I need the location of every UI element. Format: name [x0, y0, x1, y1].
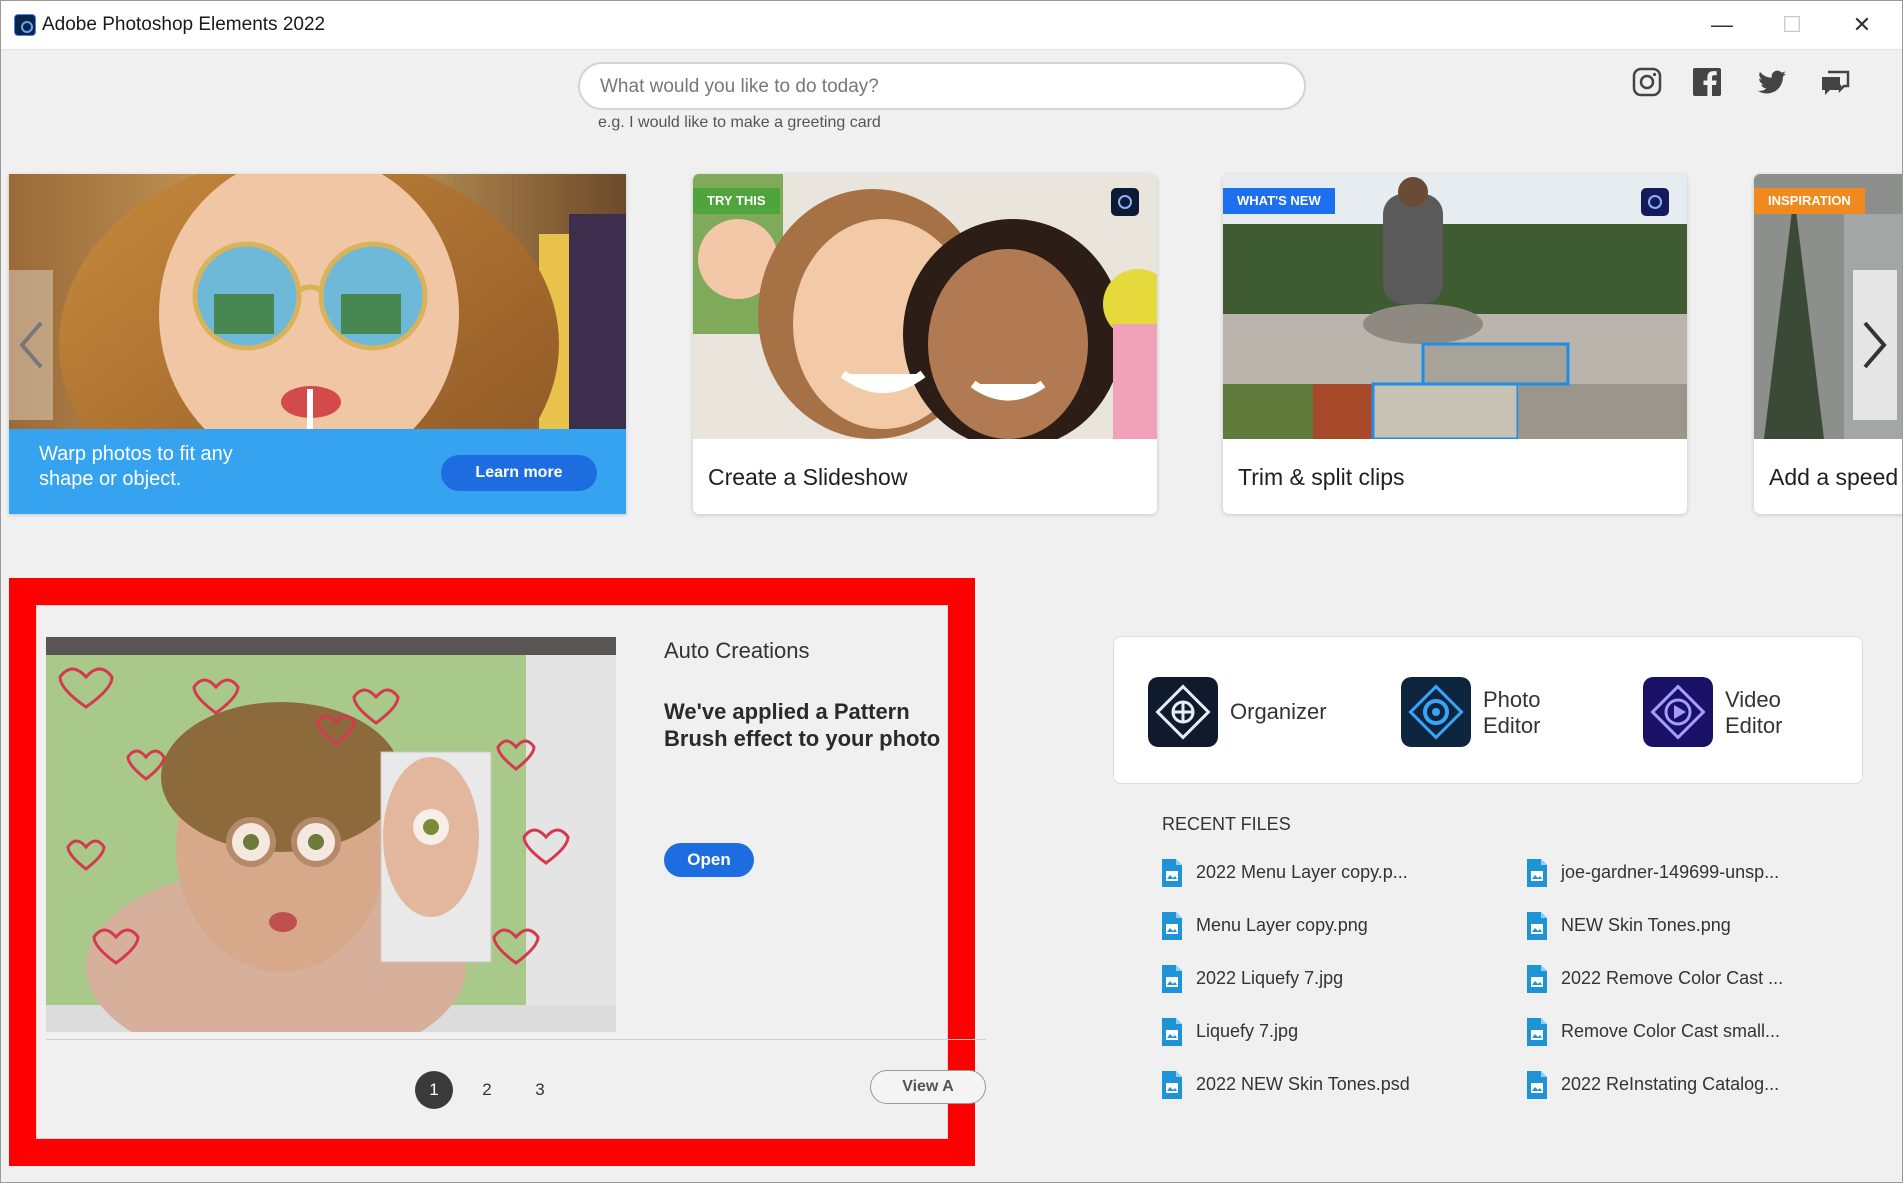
card-label: Add a speed e: [1769, 464, 1903, 490]
search-box[interactable]: [578, 62, 1306, 110]
window-title: Adobe Photoshop Elements 2022: [42, 14, 326, 35]
image-file-icon: [1527, 965, 1547, 993]
card-trim-split-clips[interactable]: WHAT'S NEW Trim & split clips: [1223, 174, 1687, 514]
recent-files-heading: RECENT FILES: [1162, 814, 1291, 834]
video-editor-launcher[interactable]: Video Editor: [1643, 677, 1843, 747]
recent-file-item[interactable]: 2022 NEW Skin Tones.psd: [1160, 1070, 1480, 1100]
auto-creation-thumbnail[interactable]: [46, 637, 616, 1032]
twitter-icon[interactable]: [1756, 66, 1788, 98]
carousel-next-button[interactable]: [1853, 270, 1897, 420]
recent-file-item[interactable]: 2022 Liquefy 7.jpg: [1160, 964, 1480, 994]
photo-editor-launcher[interactable]: Photo Editor: [1401, 677, 1601, 747]
recent-file-item[interactable]: 2022 Menu Layer copy.p...: [1160, 858, 1480, 888]
image-file-icon: [1527, 859, 1547, 887]
page-1-button[interactable]: 1: [415, 1071, 453, 1109]
auto-creations-divider: [46, 1039, 986, 1040]
instagram-icon[interactable]: [1631, 66, 1663, 98]
view-all-button[interactable]: View A: [870, 1070, 986, 1104]
recent-file-item[interactable]: 2022 Remove Color Cast ...: [1525, 964, 1845, 994]
recent-file-item[interactable]: 2022 ReInstating Catalog...: [1525, 1070, 1845, 1100]
close-button[interactable]: ✕: [1840, 10, 1884, 40]
file-name: 2022 Menu Layer copy.p...: [1196, 862, 1408, 882]
hero-banner[interactable]: Warp photos to fit any shape or object. …: [9, 174, 626, 514]
hero-photo-woman-sunglasses: [9, 174, 626, 429]
image-file-icon: [1162, 1018, 1182, 1046]
pattern-brush-preview-image: [46, 637, 616, 1032]
file-name: 2022 NEW Skin Tones.psd: [1196, 1074, 1410, 1094]
organizer-label: Organizer: [1230, 699, 1327, 724]
app-launcher-panel: Organizer Photo Editor Video Editor: [1113, 636, 1863, 784]
try-this-tag: TRY THIS: [693, 188, 780, 214]
inspiration-tag: INSPIRATION: [1754, 188, 1865, 214]
premiere-elements-badge-icon: [1641, 188, 1669, 216]
video-editor-icon: [1643, 677, 1713, 747]
image-file-icon: [1162, 965, 1182, 993]
file-name: 2022 ReInstating Catalog...: [1561, 1074, 1780, 1094]
image-file-icon: [1527, 1018, 1547, 1046]
card-label: Trim & split clips: [1238, 464, 1405, 490]
image-file-icon: [1527, 912, 1547, 940]
open-button[interactable]: Open: [664, 843, 754, 877]
image-file-icon: [1162, 1071, 1182, 1099]
organizer-icon: [1148, 677, 1218, 747]
image-file-icon: [1162, 912, 1182, 940]
auto-creations-title: Auto Creations: [664, 638, 810, 663]
card-create-slideshow[interactable]: TRY THIS Create a Slideshow: [693, 174, 1157, 514]
photo-editor-label-line1: Photo: [1483, 687, 1541, 712]
image-file-icon: [1527, 1071, 1547, 1099]
maximize-button[interactable]: ☐: [1770, 10, 1814, 40]
video-editor-label-line2: Editor: [1725, 713, 1783, 738]
file-name: 2022 Remove Color Cast ...: [1561, 968, 1784, 988]
chevron-left-icon: [19, 321, 43, 369]
search-hint: e.g. I would like to make a greeting car…: [598, 114, 881, 131]
auto-creation-description: We've applied a Pattern Brush effect to …: [664, 699, 941, 751]
feedback-icon[interactable]: [1819, 66, 1851, 98]
recent-file-item[interactable]: Remove Color Cast small...: [1525, 1017, 1845, 1047]
file-name: Remove Color Cast small...: [1561, 1021, 1781, 1041]
facebook-icon[interactable]: [1691, 66, 1723, 98]
minimize-button[interactable]: —: [1700, 10, 1744, 40]
recent-file-item[interactable]: joe-gardner-149699-unsp...: [1525, 858, 1845, 888]
title-bar: Adobe Photoshop Elements 2022 — ☐ ✕: [0, 0, 1903, 50]
organizer-launcher[interactable]: Organizer: [1148, 677, 1348, 747]
photoshop-elements-app-icon: [14, 14, 36, 36]
whats-new-tag: WHAT'S NEW: [1223, 188, 1335, 214]
image-file-icon: [1162, 859, 1182, 887]
hero-caption: Warp photos to fit any shape or object.: [39, 443, 233, 490]
search-input[interactable]: [600, 74, 1280, 100]
carousel-prev-button[interactable]: [9, 270, 53, 420]
file-name: 2022 Liquefy 7.jpg: [1196, 968, 1344, 988]
page-2-button[interactable]: 2: [468, 1071, 506, 1109]
photo-editor-label-line2: Editor: [1483, 713, 1541, 738]
learn-more-button[interactable]: Learn more: [441, 455, 597, 491]
file-name: joe-gardner-149699-unsp...: [1561, 862, 1780, 882]
file-name: NEW Skin Tones.png: [1561, 915, 1731, 935]
file-name: Liquefy 7.jpg: [1196, 1021, 1299, 1041]
chevron-right-icon: [1863, 321, 1887, 369]
page-3-button[interactable]: 3: [521, 1071, 559, 1109]
recent-file-item[interactable]: Liquefy 7.jpg: [1160, 1017, 1480, 1047]
recent-file-item[interactable]: Menu Layer copy.png: [1160, 911, 1480, 941]
recent-file-item[interactable]: NEW Skin Tones.png: [1525, 911, 1845, 941]
premiere-elements-badge-icon: [1111, 188, 1139, 216]
file-name: Menu Layer copy.png: [1196, 915, 1368, 935]
photo-editor-icon: [1401, 677, 1471, 747]
video-editor-label-line1: Video: [1725, 687, 1781, 712]
card-label: Create a Slideshow: [708, 464, 908, 490]
